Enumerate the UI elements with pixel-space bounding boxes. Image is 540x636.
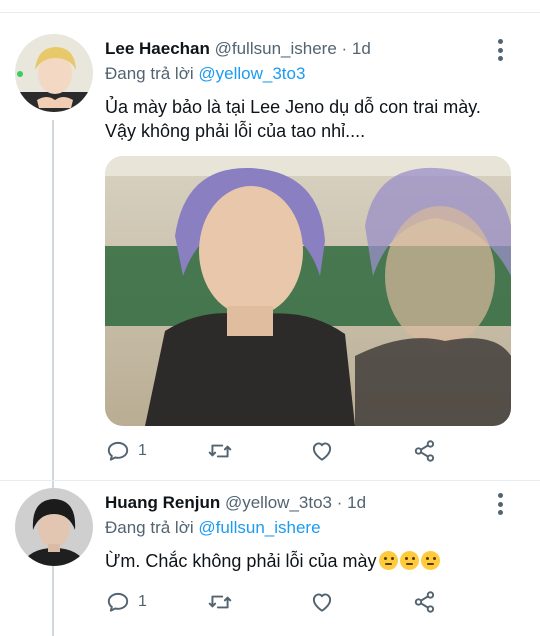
tweet-actions: 1 (105, 589, 525, 615)
tweet-text: Ủa mày bảo là tại Lee Jeno dụ dỗ con tra… (105, 95, 481, 143)
share-icon (414, 591, 435, 613)
tweet-header: Lee Haechan @fullsun_ishere · 1d (105, 38, 371, 60)
retweet-icon (208, 444, 232, 458)
retweet-button[interactable] (207, 438, 233, 464)
separator-dot: · (341, 39, 348, 58)
reply-count: 1 (138, 593, 147, 610)
reply-button[interactable]: 1 (105, 438, 147, 464)
tweet-text: Ừm. Chắc không phải lỗi của mày (105, 549, 440, 573)
replying-to: Đang trả lời @yellow_3to3 (105, 63, 305, 85)
tweet-text-line: Ừm. Chắc không phải lỗi của mày (105, 551, 377, 571)
tweet-media-image[interactable] (105, 156, 511, 426)
like-button[interactable] (309, 438, 335, 464)
like-icon (312, 593, 332, 612)
avatar-photo-icon (15, 488, 93, 566)
display-name[interactable]: Huang Renjun (105, 493, 220, 512)
replying-to: Đang trả lời @fullsun_ishere (105, 517, 321, 539)
like-icon (312, 442, 332, 461)
tweet-text-line: Ủa mày bảo là tại Lee Jeno dụ dỗ con tra… (105, 97, 481, 117)
retweet-button[interactable] (207, 589, 233, 615)
replying-to-label: Đang trả lời (105, 518, 194, 537)
thinking-face-emoji-icon (420, 551, 440, 570)
user-handle[interactable]: @fullsun_ishere (215, 39, 337, 58)
avatar-lee-haechan[interactable] (15, 34, 93, 112)
more-options-icon[interactable] (493, 493, 507, 515)
share-button[interactable] (412, 589, 438, 615)
more-options-icon[interactable] (493, 39, 507, 61)
thinking-face-emoji-icon (378, 551, 398, 570)
timestamp[interactable]: 1d (347, 493, 366, 512)
reply-icon (107, 592, 129, 612)
tweet-header: Huang Renjun @yellow_3to3 · 1d (105, 492, 366, 514)
photo-image-icon (105, 156, 511, 426)
reply-button[interactable]: 1 (105, 589, 147, 615)
share-button[interactable] (412, 438, 438, 464)
tweet-divider (0, 480, 540, 481)
timestamp[interactable]: 1d (352, 39, 371, 58)
avatar-photo-icon (15, 34, 93, 112)
share-icon (414, 440, 435, 462)
replying-to-label: Đang trả lời (105, 64, 194, 83)
reply-icon (107, 441, 129, 461)
tweet-actions: 1 (105, 438, 525, 464)
user-handle[interactable]: @yellow_3to3 (225, 493, 332, 512)
replying-to-handle-link[interactable]: @fullsun_ishere (198, 518, 320, 537)
reply-count: 1 (138, 442, 147, 459)
tweet-text-line: Vậy không phải lỗi của tao nhỉ.... (105, 121, 366, 141)
retweet-icon (208, 595, 232, 609)
replying-to-handle-link[interactable]: @yellow_3to3 (198, 64, 305, 83)
avatar-huang-renjun[interactable] (15, 488, 93, 566)
display-name[interactable]: Lee Haechan (105, 39, 210, 58)
like-button[interactable] (309, 589, 335, 615)
separator-dot: · (336, 493, 343, 512)
top-divider (0, 12, 540, 13)
thinking-face-emoji-icon (399, 551, 419, 570)
